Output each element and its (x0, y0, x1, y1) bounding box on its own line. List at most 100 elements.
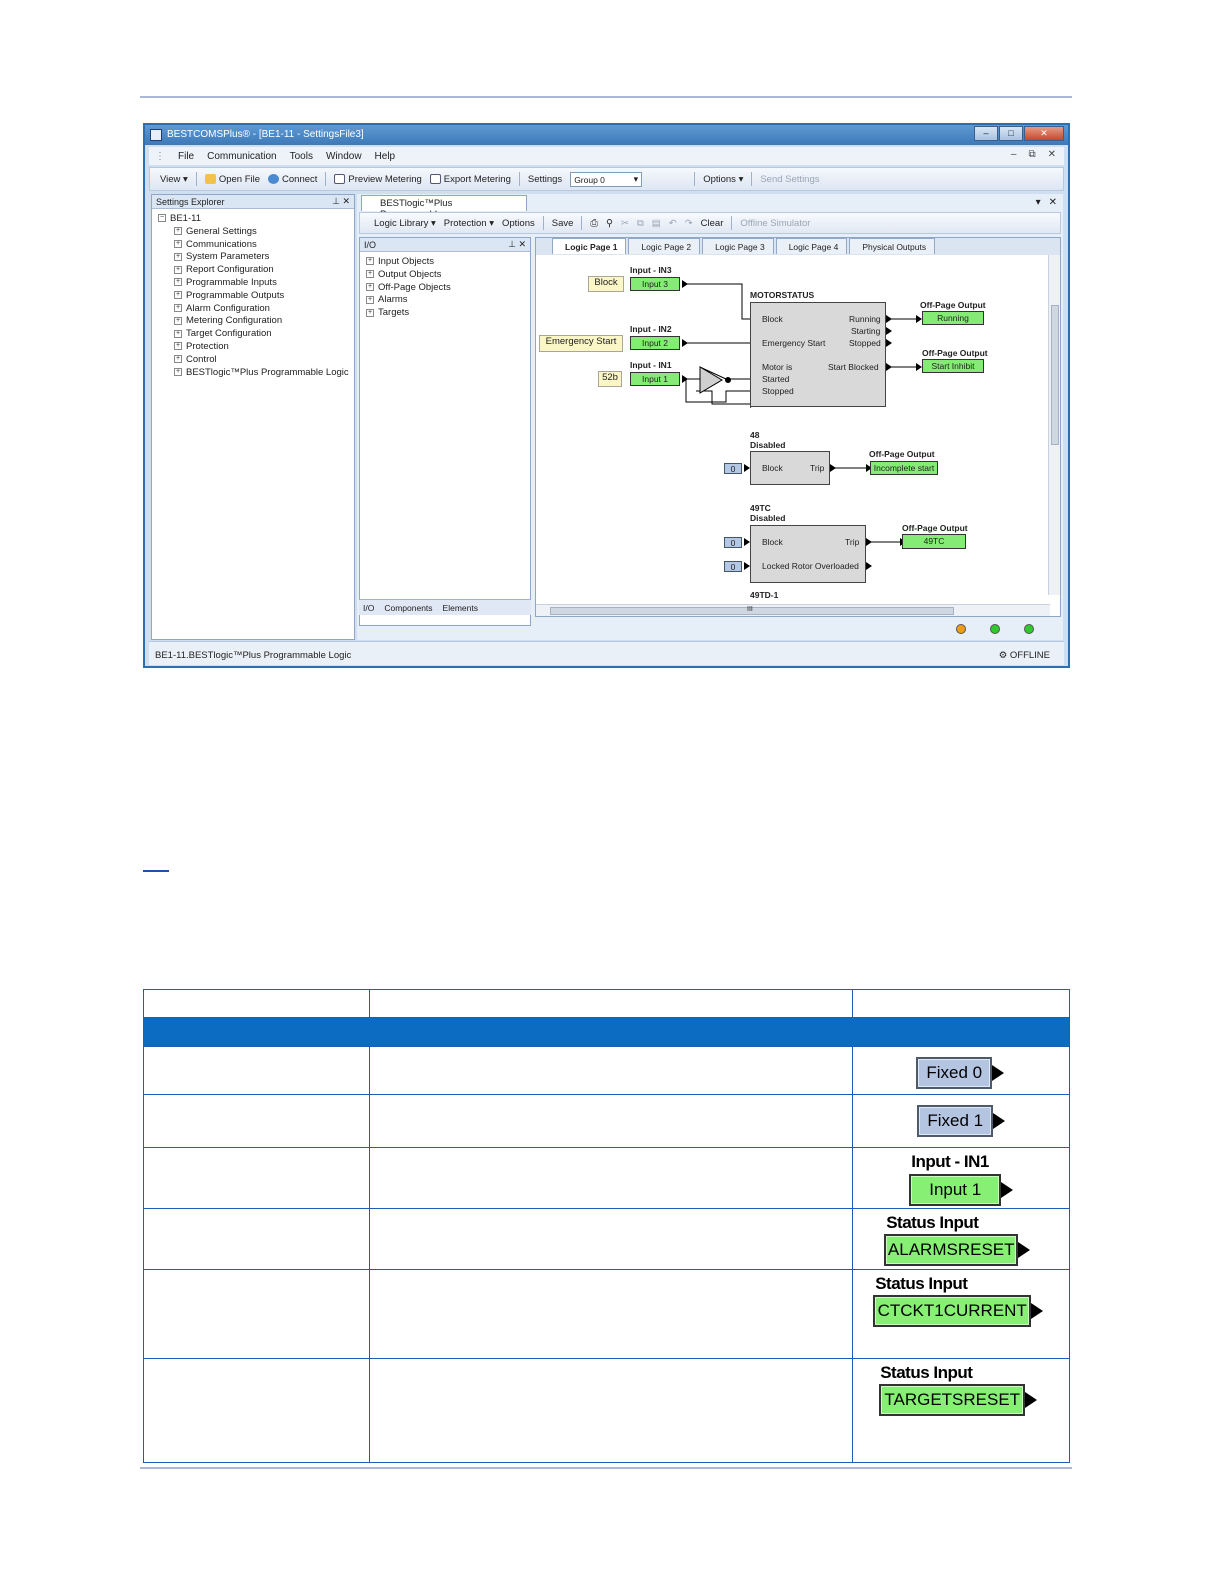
menu-tools[interactable]: Tools (290, 151, 313, 162)
motor-input-started: Started (762, 374, 790, 384)
expand-icon[interactable]: + (366, 295, 374, 304)
mdi-restore-button[interactable]: ⧉ (1028, 149, 1035, 160)
52b-label-box[interactable]: 52b (598, 371, 622, 387)
expand-icon[interactable]: + (366, 270, 374, 279)
expand-icon[interactable]: + (366, 283, 374, 292)
tree-item[interactable]: General Settings (186, 226, 257, 237)
cut-icon[interactable]: ✂ (621, 218, 629, 229)
maximize-button[interactable]: □ (999, 126, 1023, 141)
offpage-start-inhibit-box[interactable]: Start Inhibit (922, 359, 984, 373)
offpage-incomplete-box[interactable]: Incomplete start (870, 461, 938, 475)
input-1-symbol: Input 1 (909, 1174, 1002, 1206)
block-label-box[interactable]: Block (588, 276, 624, 292)
print-icon[interactable]: ⎙ (590, 218, 598, 229)
offpage-title-2: Off-Page Output (922, 348, 988, 358)
tab-components[interactable]: Components (384, 603, 432, 613)
expand-icon[interactable]: + (174, 265, 182, 274)
expand-icon[interactable]: + (174, 304, 182, 313)
vertical-scrollbar[interactable] (1048, 255, 1060, 595)
menu-communication[interactable]: Communication (207, 151, 276, 162)
io-item[interactable]: Off-Page Objects (378, 282, 451, 293)
expand-icon[interactable]: + (174, 368, 182, 377)
io-item[interactable]: Alarms (378, 294, 408, 305)
expand-icon[interactable]: + (174, 252, 182, 261)
doc-tab[interactable]: BESTlogic™Plus Programmabl... (361, 195, 527, 220)
pin-close-icon[interactable]: ⊥ ✕ (332, 196, 350, 207)
tree-item[interactable]: Programmable Outputs (186, 290, 284, 301)
close-doc-icon[interactable]: ✕ (1049, 197, 1057, 208)
input-2-box[interactable]: Input 2 (630, 336, 680, 350)
expand-icon[interactable]: + (174, 278, 182, 287)
table-row: Fixed 0 (143, 1046, 1070, 1095)
logic-canvas[interactable]: Logic Page 1 Logic Page 2 Logic Page 3 L… (535, 237, 1061, 617)
input-3-box[interactable]: Input 3 (630, 277, 680, 291)
offpage-49tc-box[interactable]: 49TC (902, 534, 966, 549)
undo-icon[interactable]: ↶ (669, 218, 677, 229)
mdi-minimize-button[interactable]: – (1011, 149, 1017, 160)
offpage-running-box[interactable]: Running (922, 311, 984, 325)
expand-icon[interactable]: + (174, 240, 182, 249)
logic-document: BESTlogic™Plus Programmabl... ▾ ✕ Logic L… (357, 194, 1063, 640)
tree-item[interactable]: Target Configuration (186, 328, 272, 339)
menu-window[interactable]: Window (326, 151, 362, 162)
options-menu[interactable]: Options ▾ (703, 174, 743, 185)
minimize-button[interactable]: – (974, 126, 998, 141)
preview-metering-button[interactable]: Preview Metering (334, 174, 422, 185)
expand-icon[interactable]: + (174, 227, 182, 236)
find-icon[interactable]: ⚲ (606, 218, 613, 229)
copy-icon[interactable]: ⧉ (637, 218, 644, 229)
tree-item[interactable]: Report Configuration (186, 264, 274, 275)
open-file-button[interactable]: Open File (204, 174, 260, 185)
expand-icon[interactable]: + (366, 257, 374, 266)
logic-library-menu[interactable]: Logic Library ▾ (374, 218, 436, 229)
fixed-0-box[interactable]: 0 (724, 561, 742, 572)
protection-menu[interactable]: Protection ▾ (444, 218, 494, 229)
horizontal-scrollbar[interactable]: III (536, 604, 1050, 616)
block-49tc-input-locked: Locked Rotor Overloaded (762, 561, 859, 571)
view-menu[interactable]: View ▾ (160, 174, 188, 185)
input-1-box[interactable]: Input 1 (630, 372, 680, 386)
redo-icon[interactable]: ↷ (685, 218, 693, 229)
expand-icon[interactable]: + (174, 329, 182, 338)
tree-root[interactable]: BE1-11 (170, 213, 201, 224)
menu-file[interactable]: File (178, 151, 194, 162)
offline-simulator-button[interactable]: Offline Simulator (740, 218, 810, 229)
paste-icon[interactable]: ▤ (652, 218, 661, 229)
connect-button[interactable]: Connect (268, 174, 317, 185)
expand-icon[interactable]: + (174, 342, 182, 351)
tree-item[interactable]: System Parameters (186, 251, 269, 262)
collapse-icon[interactable]: − (158, 214, 166, 223)
io-item[interactable]: Targets (378, 307, 409, 318)
fixed-0-box[interactable]: 0 (724, 537, 742, 548)
io-item[interactable]: Input Objects (378, 256, 434, 267)
save-button[interactable]: Save (552, 218, 574, 229)
tab-elements[interactable]: Elements (443, 603, 478, 613)
tree-item[interactable]: Control (186, 354, 217, 365)
expand-icon[interactable]: + (174, 291, 182, 300)
tree-item[interactable]: Alarm Configuration (186, 303, 270, 314)
options-button[interactable]: Options (502, 218, 535, 229)
clear-button[interactable]: Clear (701, 218, 724, 229)
expand-icon[interactable]: + (174, 316, 182, 325)
block-49tc[interactable] (750, 525, 866, 583)
tree-item[interactable]: Communications (186, 239, 257, 250)
offpage-title-4: Off-Page Output (902, 523, 968, 533)
tree-item[interactable]: Protection (186, 341, 229, 352)
emergency-start-label-box[interactable]: Emergency Start (539, 335, 623, 352)
mdi-close-button[interactable]: ✕ (1048, 149, 1056, 160)
close-button[interactable]: ✕ (1024, 126, 1064, 141)
dropdown-icon[interactable]: ▾ (1036, 197, 1041, 208)
tree-item[interactable]: Metering Configuration (186, 315, 282, 326)
fixed-0-box[interactable]: 0 (724, 463, 742, 474)
io-item[interactable]: Output Objects (378, 269, 441, 280)
pin-close-icon[interactable]: ⊥ ✕ (508, 239, 526, 250)
tab-io[interactable]: I/O (363, 603, 374, 613)
tree-item[interactable]: Programmable Inputs (186, 277, 277, 288)
send-settings-button[interactable]: Send Settings (760, 174, 819, 185)
tree-item[interactable]: BESTlogic™Plus Programmable Logic (186, 367, 349, 378)
menu-help[interactable]: Help (375, 151, 396, 162)
group-select[interactable]: Group 0 (570, 171, 643, 187)
expand-icon[interactable]: + (366, 308, 374, 317)
expand-icon[interactable]: + (174, 355, 182, 364)
export-metering-button[interactable]: Export Metering (429, 174, 511, 185)
